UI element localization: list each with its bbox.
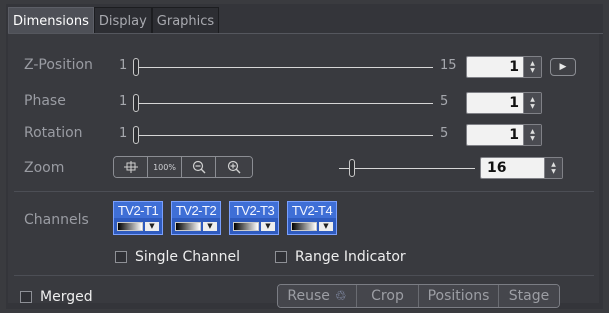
single-channel-checkbox[interactable] — [115, 251, 127, 263]
stage-label: Stage — [508, 288, 550, 304]
zoom-value: 16 — [487, 160, 507, 176]
positions-label: Positions — [427, 288, 490, 304]
phase-value: 1 — [509, 95, 519, 111]
zposition-label: Z-Position — [24, 57, 93, 73]
channel-button[interactable]: TV2-T4 ▼ — [287, 201, 337, 235]
channel-name: TV2-T2 — [171, 201, 221, 218]
play-icon: ▶ — [559, 62, 567, 72]
channel-name: TV2-T3 — [229, 201, 279, 218]
channels-label: Channels — [24, 212, 89, 228]
channel-name: TV2-T1 — [113, 201, 163, 218]
bottom-button-group: Reuse ♲ Crop Positions Stage — [277, 284, 560, 308]
phase-slider-thumb[interactable] — [133, 94, 139, 112]
lut-gradient-icon — [291, 221, 317, 231]
channel-lut[interactable]: ▼ — [171, 218, 221, 235]
range-indicator-label: Range Indicator — [295, 249, 406, 265]
phase-slider-track[interactable] — [135, 103, 433, 104]
divider-1 — [14, 191, 594, 192]
zoom-100-label: 100% — [153, 162, 176, 172]
positions-button[interactable]: Positions — [419, 285, 499, 307]
play-button[interactable]: ▶ — [550, 58, 576, 76]
phase-spin-arrows-icon[interactable]: ▲ ▼ — [523, 93, 541, 113]
channel-lut[interactable]: ▼ — [287, 218, 337, 235]
lut-gradient-icon — [117, 221, 143, 231]
merged-checkbox[interactable] — [20, 291, 32, 303]
rotation-spin-arrows-icon[interactable]: ▲ ▼ — [523, 125, 541, 145]
phase-spinbox[interactable]: 1 ▲ ▼ — [466, 92, 542, 114]
zoom-fit-button[interactable] — [114, 157, 148, 177]
reuse-label: Reuse — [287, 288, 330, 304]
crop-label: Crop — [371, 288, 404, 304]
lut-gradient-icon — [175, 221, 201, 231]
stage-button[interactable]: Stage — [499, 285, 559, 307]
fit-icon — [123, 161, 138, 173]
tab-display[interactable]: Display — [93, 7, 152, 34]
channel-button[interactable]: TV2-T2 ▼ — [171, 201, 221, 235]
rotation-value: 1 — [509, 127, 519, 143]
merged-label: Merged — [40, 289, 93, 305]
tab-bar: Dimensions Display Graphics — [8, 7, 220, 34]
reuse-button[interactable]: Reuse ♲ — [278, 285, 357, 307]
tab-graphics[interactable]: Graphics — [151, 7, 220, 34]
rotation-slider-track[interactable] — [135, 135, 433, 136]
zposition-slider-thumb[interactable] — [133, 58, 139, 76]
tab-dimensions[interactable]: Dimensions — [8, 7, 94, 34]
zposition-spin-arrows-icon[interactable]: ▲ ▼ — [523, 57, 541, 77]
zoom-in-button[interactable] — [216, 157, 252, 177]
zoom-spinbox[interactable]: 16 ▲ ▼ — [480, 157, 563, 179]
zoom-slider-thumb[interactable] — [349, 159, 355, 177]
channel-lut[interactable]: ▼ — [229, 218, 279, 235]
divider-2 — [14, 275, 594, 276]
range-indicator-checkbox[interactable] — [275, 251, 287, 263]
zposition-spinbox[interactable]: 1 ▲ ▼ — [466, 56, 542, 78]
zoom-out-button[interactable] — [182, 157, 216, 177]
zoom-button-group: 100% — [113, 156, 253, 178]
recycle-icon: ♲ — [334, 288, 347, 304]
phase-min: 1 — [119, 94, 128, 109]
zposition-value: 1 — [509, 59, 519, 75]
zposition-max: 15 — [440, 58, 457, 73]
channel-button[interactable]: TV2-T3 ▼ — [229, 201, 279, 235]
single-channel-label: Single Channel — [135, 249, 240, 265]
zoom-spin-arrows-icon[interactable]: ▲ ▼ — [544, 158, 562, 178]
rotation-spinbox[interactable]: 1 ▲ ▼ — [466, 124, 542, 146]
rotation-slider-thumb[interactable] — [133, 126, 139, 144]
zposition-min: 1 — [119, 58, 128, 73]
dropdown-arrow-icon[interactable]: ▼ — [319, 221, 333, 231]
dropdown-arrow-icon[interactable]: ▼ — [203, 221, 217, 231]
rotation-label: Rotation — [24, 125, 83, 141]
zoom-label: Zoom — [24, 160, 65, 176]
zoom-in-icon — [227, 160, 241, 174]
zoom-out-icon — [192, 160, 205, 174]
rotation-min: 1 — [119, 126, 128, 141]
channel-name: TV2-T4 — [287, 201, 337, 218]
phase-max: 5 — [440, 94, 449, 109]
zposition-slider-track[interactable] — [135, 67, 433, 68]
dropdown-arrow-icon[interactable]: ▼ — [261, 221, 275, 231]
crop-button[interactable]: Crop — [357, 285, 419, 307]
phase-label: Phase — [24, 93, 66, 109]
rotation-max: 5 — [440, 126, 449, 141]
zoom-slider-track[interactable] — [339, 168, 475, 169]
zoom-100-button[interactable]: 100% — [148, 157, 182, 177]
channel-button[interactable]: TV2-T1 ▼ — [113, 201, 163, 235]
channel-lut[interactable]: ▼ — [113, 218, 163, 235]
lut-gradient-icon — [233, 221, 259, 231]
dropdown-arrow-icon[interactable]: ▼ — [145, 221, 159, 231]
